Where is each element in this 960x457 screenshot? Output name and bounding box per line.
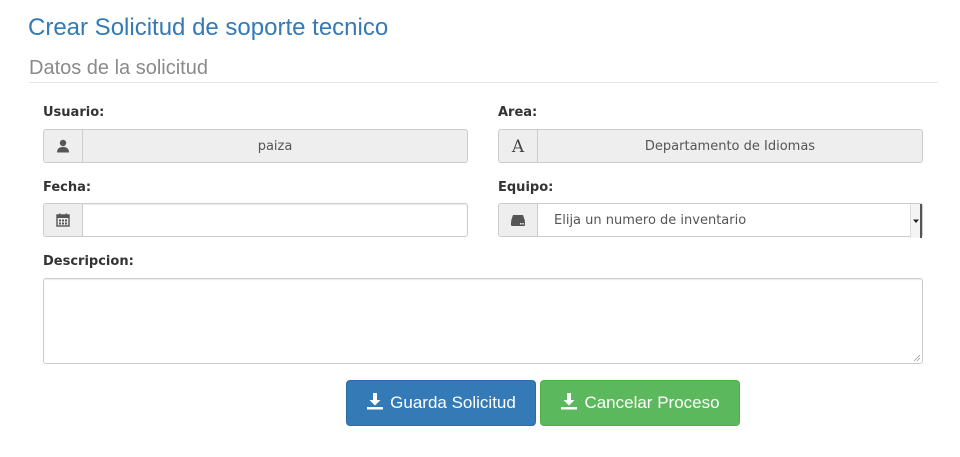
cancel-button-label: Cancelar Proceso <box>584 393 720 412</box>
calendar-icon <box>43 203 83 237</box>
usuario-input-group: paiza <box>43 129 468 163</box>
cancel-button[interactable]: Cancelar Proceso <box>540 380 740 426</box>
chevron-down-icon[interactable] <box>910 204 922 238</box>
download-icon <box>561 393 578 410</box>
section-divider <box>29 82 938 83</box>
resize-grip-icon[interactable] <box>913 354 921 362</box>
fecha-label: Fecha: <box>43 180 92 195</box>
equipo-select[interactable]: Elija un numero de inventario <box>538 203 923 238</box>
usuario-field[interactable]: paiza <box>83 129 468 163</box>
page-title: Crear Solicitud de soporte tecnico <box>28 14 389 41</box>
descripcion-label: Descripcion: <box>43 254 134 269</box>
section-title: Datos de la solicitud <box>29 57 208 79</box>
font-icon: A <box>498 129 538 163</box>
hdd-icon <box>498 203 538 237</box>
equipo-input-group: Elija un numero de inventario <box>498 203 923 238</box>
area-input-group: A Departamento de Idiomas <box>498 129 923 163</box>
area-label: Area: <box>498 105 538 120</box>
save-button-label: Guarda Solicitud <box>390 393 516 412</box>
equipo-selected-value: Elija un numero de inventario <box>554 212 747 228</box>
svg-text:A: A <box>511 138 525 154</box>
fecha-field[interactable] <box>83 203 468 237</box>
area-field[interactable]: Departamento de Idiomas <box>538 129 923 163</box>
equipo-label: Equipo: <box>498 180 554 195</box>
usuario-label: Usuario: <box>43 105 105 120</box>
user-icon <box>43 129 83 163</box>
save-button[interactable]: Guarda Solicitud <box>346 380 536 426</box>
download-icon <box>367 393 384 410</box>
fecha-input-group <box>43 203 468 237</box>
descripcion-textarea[interactable] <box>43 278 923 364</box>
